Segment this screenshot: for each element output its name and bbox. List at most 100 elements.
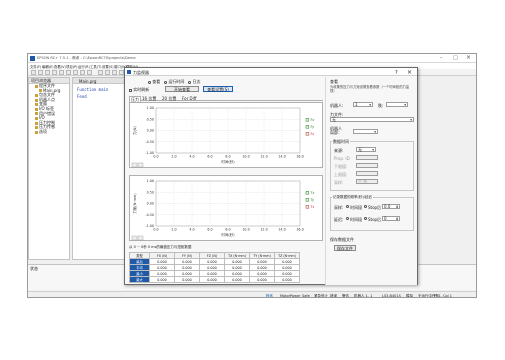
toolbar-button[interactable] — [59, 70, 64, 75]
save-file-button[interactable]: 保存文件 — [334, 245, 356, 251]
chart-tool-button — [131, 235, 138, 241]
status-item: 紧急停止 — [314, 294, 328, 298]
y-axis-label: 力矩(N·mm) — [132, 193, 137, 214]
sample-period-radio[interactable] — [346, 205, 349, 208]
table-row-header: 最大 — [129, 276, 150, 283]
tree-item[interactable]: 选项 — [29, 129, 69, 135]
window-title: EPSON RC+ 7.5.1 - 教導 - C:\EpsonRC70\proj… — [37, 56, 136, 60]
mode-radio-log[interactable] — [188, 80, 192, 84]
status-item: Safe — [302, 294, 310, 298]
data-time-row-label: 采样: — [334, 180, 344, 185]
toolbar-button[interactable] — [80, 70, 85, 75]
title-bar: EPSON RC+ 7.5.1 - 教導 - C:\EpsonRC70\proj… — [28, 54, 476, 63]
status-item: 程序 — [266, 294, 273, 298]
mode-radio-view[interactable] — [148, 80, 151, 84]
project-tree: 程序文件 Main.prg 包含文件 机器人点 变量 I/O 标签 用户错误 I/O 压力控制压… — [29, 83, 69, 135]
data-time-row-label: 下限值: — [334, 164, 348, 169]
tab-strip: 压力 16 位置 20 位置 For Diff — [129, 95, 323, 103]
realtime-refresh-checkbox[interactable]: 实时刷新 — [129, 87, 149, 93]
sample-period-label: 时间段 — [350, 205, 362, 210]
folder-icon — [35, 116, 38, 120]
y-tick-label: 1.00 — [147, 106, 154, 110]
data-time-row-field[interactable] — [356, 171, 378, 176]
rank-select[interactable] — [386, 102, 408, 108]
delay-period-radio[interactable] — [346, 217, 349, 220]
minimize-icon[interactable]: – — [440, 55, 443, 61]
sample-stop-label: Stop后 — [368, 205, 382, 210]
robot-select-value: 1 — [355, 102, 358, 107]
delay-label: 延迟: — [334, 217, 344, 222]
y-tick-label: -0.50 — [145, 213, 154, 217]
data-time-row-field[interactable] — [356, 155, 378, 160]
toolbar-button[interactable] — [98, 70, 103, 75]
x-axis-label: 时间(秒) — [221, 159, 235, 164]
toolbar-button[interactable] — [105, 70, 110, 75]
code-editor[interactable]: Main.prg Function main Fend — [72, 77, 133, 260]
legend-checkbox — [305, 198, 310, 202]
mode-radio-runtime[interactable] — [164, 80, 168, 84]
view-settings-panel: 查看 为收集的压力与力矩设置查看参数（一个时间段的力监视） ? × 机器人: 1… — [325, 69, 417, 285]
table-cell: 0.000 — [249, 276, 275, 283]
record-frequency-label: 记录数据的频率(秒)/延迟 — [332, 195, 373, 200]
status-panel-title: 状态 — [30, 266, 38, 271]
view-settings-help: 为收集的压力与力矩设置查看参数（一个时间段的力监视） — [330, 85, 410, 94]
delay-stop-label: Stop后 — [368, 217, 382, 222]
legend-checkbox — [305, 125, 310, 129]
checkbox-box[interactable] — [129, 88, 132, 92]
source-label: 来源: — [334, 148, 344, 153]
data-time-row-field[interactable] — [356, 163, 378, 168]
mode-radio-label: 运行时间 — [168, 79, 185, 84]
toolbar-button[interactable] — [66, 70, 71, 75]
toolbar-button[interactable] — [38, 70, 43, 75]
x-tick-label: 12.0 — [260, 228, 267, 232]
dialog-icon — [127, 70, 131, 74]
data-time-row-field[interactable]: 个 秒 — [356, 179, 378, 184]
table-row: 最大 0.000 0.000 0.000 0.000 0.000 0.000 — [129, 276, 300, 283]
status-bar: 程序 Motor Power Safe 紧急停止 错误 警告 机器人 1, 1 LS3-B401… — [28, 291, 476, 298]
folder-icon — [35, 84, 38, 88]
code-line: Fend — [77, 94, 87, 99]
x-tick-label: 8.0 — [225, 155, 230, 159]
force-chart-panel: 1.00 0.50 0.00 -0.50 -1.00 0.0 2.0 4.0 6.0 8.0 10.… — [129, 102, 323, 168]
x-tick-label: 16.0 — [296, 228, 303, 232]
x-tick-label: 2.0 — [171, 155, 176, 159]
legend-checkbox — [305, 118, 310, 122]
view-settings-button[interactable]: 查看设置(S) — [203, 86, 233, 92]
maximize-icon[interactable]: □ — [453, 55, 458, 61]
status-item: 错误 — [330, 294, 337, 298]
toolbar-button[interactable] — [45, 70, 50, 75]
toolbar-button[interactable] — [73, 70, 78, 75]
x-tick-label: 10.0 — [242, 155, 249, 159]
tab-for-diff[interactable]: For Diff — [182, 96, 196, 101]
robot-local-select[interactable] — [353, 129, 378, 135]
delay-input[interactable]: 0 — [382, 216, 400, 222]
table-cell: 0.000 — [199, 276, 225, 283]
toolbar-button[interactable] — [112, 70, 117, 75]
robot-select[interactable]: 1 — [353, 102, 373, 108]
x-tick-label: 16.0 — [296, 155, 303, 159]
legend-checkbox — [305, 191, 310, 195]
sample-input[interactable]: 0.0 — [382, 204, 400, 210]
force-monitor-dialog: 力监视器 查看 运行时间 日志 实时刷新 开始查看 查看设置(S) 压力 16 … — [124, 67, 418, 285]
toolbar-button[interactable] — [52, 70, 57, 75]
dialog-help-icon[interactable]: ? — [395, 70, 398, 76]
legend-checkbox — [305, 205, 310, 209]
legend-label: Fy — [311, 125, 315, 129]
checkbox-label: 实时刷新 — [133, 87, 150, 92]
folder-icon — [35, 121, 38, 125]
start-view-button[interactable]: 开始查看 — [165, 86, 199, 92]
source-select[interactable]: 无 — [356, 147, 376, 153]
chart-tool-button — [137, 235, 144, 241]
toolbar-button[interactable] — [31, 70, 36, 75]
dialog-title-bar: 力监视器 — [125, 68, 417, 76]
folder-icon — [35, 93, 38, 97]
dialog-close-icon[interactable]: × — [407, 69, 412, 76]
sample-stop-radio[interactable] — [364, 205, 367, 208]
legend-label: Fx — [311, 118, 315, 122]
mode-radio-label: 日志 — [192, 79, 201, 84]
force-file-select[interactable]: 无 — [330, 117, 414, 123]
close-icon[interactable]: × — [466, 54, 471, 61]
delay-stop-radio[interactable] — [364, 217, 367, 220]
torque-chart: 1.000.500.00-0.50-1.000.0 2.0 4.0 6.0 8.0 10.… — [131, 179, 315, 241]
toolbar-button[interactable] — [87, 70, 92, 75]
